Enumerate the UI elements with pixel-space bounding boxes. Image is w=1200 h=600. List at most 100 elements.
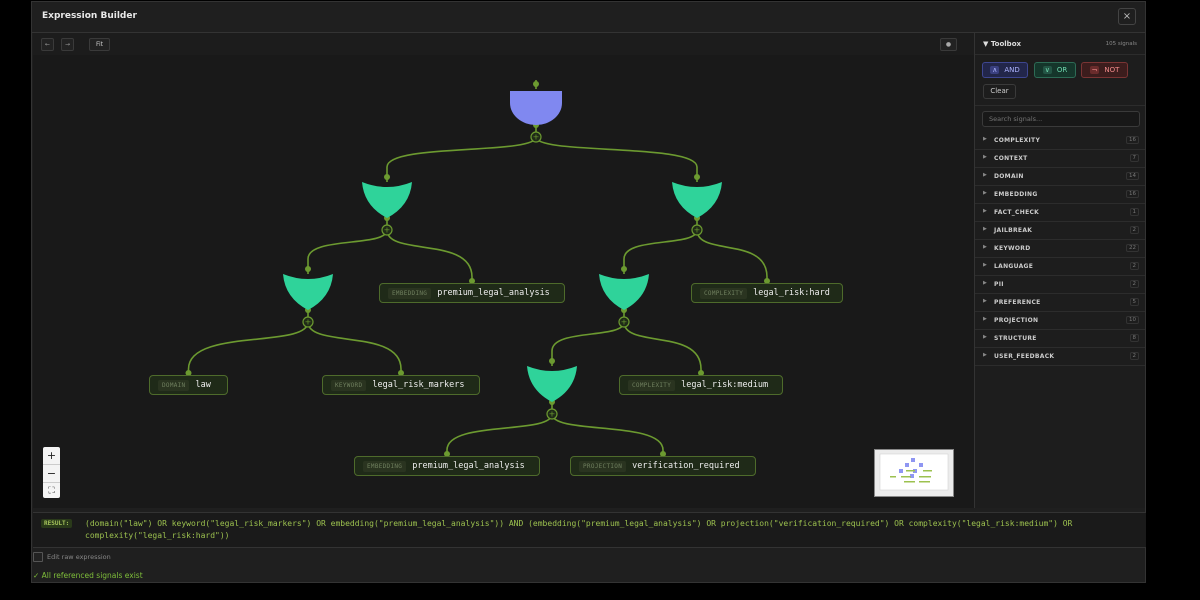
graph-canvas[interactable]: ← → Fit ● + + + + + + EMBEDDING premium_legal_… xyxy=(33,33,974,508)
signal-node[interactable]: PROJECTION verification_required xyxy=(570,456,756,476)
validation-status: ✓ All referenced signals exist xyxy=(33,571,143,580)
graph-edge xyxy=(386,136,537,173)
result-bar: RESULT: (domain("law") OR keyword("legal… xyxy=(33,512,1146,548)
category-label: COMPLEXITY xyxy=(994,137,1041,144)
graph-edge xyxy=(696,229,768,283)
minimap-preview xyxy=(879,453,949,491)
not-button[interactable]: ¬ NOT xyxy=(1081,62,1128,78)
category-label: PREFERENCE xyxy=(994,299,1041,306)
graph-edge xyxy=(446,413,553,456)
not-label: NOT xyxy=(1104,66,1120,74)
and-label: AND xyxy=(1004,66,1020,74)
signal-type-tag: PROJECTION xyxy=(579,460,627,472)
expand-arrow-icon: ▶ xyxy=(983,352,987,358)
or-gate xyxy=(283,274,333,310)
signal-node[interactable]: DOMAIN law xyxy=(149,375,228,395)
graph-edge xyxy=(307,229,388,265)
category-count: 7 xyxy=(1129,154,1139,162)
signal-count: 105 signals xyxy=(1105,41,1137,47)
plus-icon: + xyxy=(305,318,312,327)
and-gate xyxy=(510,91,562,125)
close-button[interactable]: × xyxy=(1118,8,1136,25)
graph-edge xyxy=(535,136,698,173)
signal-name: legal_risk:medium xyxy=(681,380,769,390)
zoom-out-button[interactable]: − xyxy=(43,465,60,483)
and-button[interactable]: ∧ AND xyxy=(982,62,1028,78)
dialog-title: Expression Builder xyxy=(42,11,137,21)
toolbox-panel: ▼ Toolbox 105 signals ∧ AND ∨ OR ¬ NOT Clea… xyxy=(974,33,1145,508)
signal-category-preference[interactable]: ▶ PREFERENCE 5 xyxy=(975,294,1145,312)
or-gate xyxy=(527,366,577,402)
category-count: 5 xyxy=(1129,298,1139,306)
plus-icon: + xyxy=(384,226,391,235)
signal-node[interactable]: KEYWORD legal_risk_markers xyxy=(322,375,480,395)
signal-category-complexity[interactable]: ▶ COMPLEXITY 16 xyxy=(975,132,1145,150)
connector-port xyxy=(549,358,555,364)
category-count: 22 xyxy=(1126,244,1139,252)
signal-name: law xyxy=(195,380,211,390)
signal-node[interactable]: COMPLEXITY legal_risk:medium xyxy=(619,375,783,395)
category-count: 14 xyxy=(1126,172,1139,180)
category-label: LANGUAGE xyxy=(994,263,1034,270)
signal-category-pii[interactable]: ▶ PII 2 xyxy=(975,276,1145,294)
signal-category-jailbreak[interactable]: ▶ JAILBREAK 2 xyxy=(975,222,1145,240)
zoom-in-button[interactable]: + xyxy=(43,447,60,465)
plus-icon: + xyxy=(533,133,540,142)
connector-port xyxy=(621,266,627,272)
category-label: STRUCTURE xyxy=(994,335,1037,342)
signal-node[interactable]: EMBEDDING premium_legal_analysis xyxy=(354,456,540,476)
clear-button[interactable]: Clear xyxy=(983,84,1016,99)
or-gate xyxy=(672,182,722,218)
connector-port xyxy=(384,174,390,180)
expand-arrow-icon: ▶ xyxy=(983,316,987,322)
signal-node[interactable]: COMPLEXITY legal_risk:hard xyxy=(691,283,843,303)
signal-category-embedding[interactable]: ▶ EMBEDDING 16 xyxy=(975,186,1145,204)
signal-name: premium_legal_analysis xyxy=(412,461,525,471)
edit-raw-checkbox[interactable] xyxy=(33,552,43,562)
signal-category-domain[interactable]: ▶ DOMAIN 14 xyxy=(975,168,1145,186)
or-button[interactable]: ∨ OR xyxy=(1034,62,1076,78)
category-label: PROJECTION xyxy=(994,317,1039,324)
plus-icon: + xyxy=(549,410,556,419)
graph-edge xyxy=(187,321,309,375)
signal-search-input[interactable] xyxy=(982,111,1140,127)
signal-name: premium_legal_analysis xyxy=(437,288,550,298)
plus-icon: + xyxy=(694,226,701,235)
expand-arrow-icon: ▶ xyxy=(983,244,987,250)
plus-icon: + xyxy=(621,318,628,327)
fit-view-button[interactable]: ⛶ xyxy=(43,483,60,500)
signal-type-tag: KEYWORD xyxy=(331,379,367,391)
expand-arrow-icon: ▶ xyxy=(983,280,987,286)
signal-category-structure[interactable]: ▶ STRUCTURE 8 xyxy=(975,330,1145,348)
graph-edge xyxy=(623,321,702,375)
signal-category-keyword[interactable]: ▶ KEYWORD 22 xyxy=(975,240,1145,258)
category-count: 2 xyxy=(1129,352,1139,360)
signal-type-tag: DOMAIN xyxy=(158,379,190,391)
signal-node[interactable]: EMBEDDING premium_legal_analysis xyxy=(379,283,565,303)
not-icon: ¬ xyxy=(1089,66,1100,74)
signal-type-tag: EMBEDDING xyxy=(388,287,432,299)
category-label: PII xyxy=(994,281,1004,288)
minimap[interactable] xyxy=(874,449,954,497)
divider xyxy=(975,54,1145,55)
signal-type-tag: COMPLEXITY xyxy=(700,287,748,299)
signal-type-tag: COMPLEXITY xyxy=(628,379,676,391)
signal-category-user-feedback[interactable]: ▶ USER_FEEDBACK 2 xyxy=(975,348,1145,366)
signal-category-context[interactable]: ▶ CONTEXT 7 xyxy=(975,150,1145,168)
expand-arrow-icon: ▶ xyxy=(983,298,987,304)
signal-category-language[interactable]: ▶ LANGUAGE 2 xyxy=(975,258,1145,276)
category-label: FACT_CHECK xyxy=(994,209,1040,216)
category-count: 1 xyxy=(1129,208,1139,216)
expand-arrow-icon: ▶ xyxy=(983,262,987,268)
graph-edge xyxy=(551,413,664,456)
toolbox-title[interactable]: ▼ Toolbox xyxy=(983,40,1021,48)
edit-raw-toggle[interactable]: Edit raw expression xyxy=(33,552,111,562)
signal-type-tag: EMBEDDING xyxy=(363,460,407,472)
expand-arrow-icon: ▶ xyxy=(983,154,987,160)
signal-category-fact-check[interactable]: ▶ FACT_CHECK 1 xyxy=(975,204,1145,222)
edit-raw-label: Edit raw expression xyxy=(47,553,111,561)
category-count: 2 xyxy=(1129,226,1139,234)
category-count: 16 xyxy=(1126,136,1139,144)
signal-name: legal_risk_markers xyxy=(372,380,465,390)
signal-category-projection[interactable]: ▶ PROJECTION 10 xyxy=(975,312,1145,330)
